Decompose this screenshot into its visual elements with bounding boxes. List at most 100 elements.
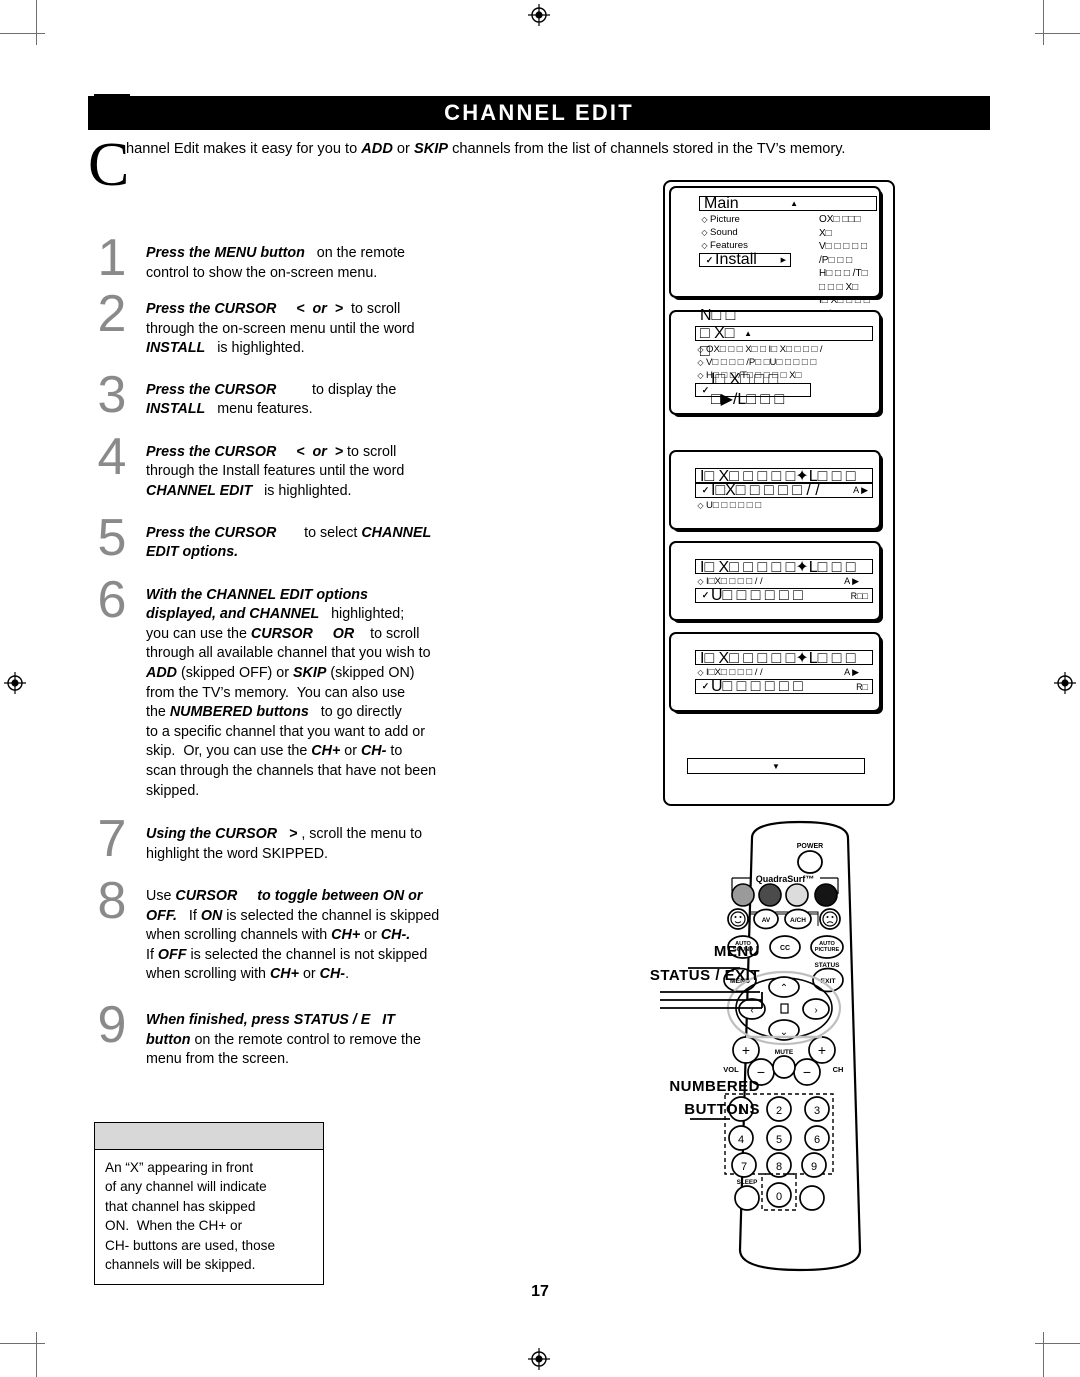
osd-panel-main: Main ▲ ◇ Picture ◇ Sound ◇ Features ✓ In… (669, 186, 881, 320)
registration-mark-left (4, 672, 26, 694)
step-number-5: 5 (97, 508, 127, 567)
quadrasurf-button-darkgray (758, 883, 782, 907)
step-body-3: Press the CURSOR to display the INSTALL m… (146, 381, 397, 418)
step-7: 7 Using the CURSOR > , scroll the menu t… (88, 813, 578, 865)
registration-mark-right (1054, 672, 1076, 694)
step-2: 2 Press the CURSOR < or > to scroll throu… (88, 288, 578, 359)
intro-text-3: channels from the list of channels store… (448, 141, 846, 157)
osd-panel2-row[interactable]: ◇ V□ □ □ □ /P□ □U□ □ □ □ □ (695, 356, 873, 369)
step-number-7: 7 (97, 810, 127, 869)
crop-mark-bottom-left-h (0, 1343, 45, 1344)
osd-panel1-item-install[interactable]: ✓ Install ▶ (699, 251, 791, 268)
step-1: 1 Press the MENU button on the remote con… (88, 232, 578, 284)
spare-button (799, 1185, 825, 1211)
osd-panel3-row-selected[interactable]: ✓ I□X□ □ □ □ □ / / A ▶ (695, 481, 873, 499)
quadrasurf-label: QuadraSurf™ (756, 874, 815, 884)
osd-panel5-header-bar: I□ X□ □ □ □ □✦L□ □ □ (695, 650, 873, 667)
intro-text-2: or (392, 141, 414, 157)
ch-label: CH (833, 1065, 844, 1074)
remote-callout-labels: MENU STATUS / EXIT NUMBERED BUTTONS (560, 940, 760, 1122)
osd-panel3-row[interactable]: ◇ U□ □ □ □ □ □ (695, 499, 873, 512)
sleep-label: SLEEP (737, 1179, 758, 1186)
osd-panel2-header-bar: N□ □ □ X□ □ ▲ (695, 307, 873, 360)
osd-panel1-right-row: V□ □ □ □ □ /P□ □ □ (819, 241, 867, 266)
checkmark-icon: ✓ (701, 681, 710, 691)
quadrasurf-button-lightgray (785, 883, 809, 907)
osd-panel-channel-edit-3: I□ X□ □ □ □ □✦L□ □ □ ◇ I□X□ □ □ □ / / A … (669, 632, 881, 712)
osd-panel-channel-edit-1: I□ X□ □ □ □ □✦L□ □ □ ✓ I□X□ □ □ □ □ / / … (669, 450, 881, 530)
crop-mark-top-left-h (0, 33, 45, 34)
step-body-8: Use CURSOR to toggle between ON or OFF. I… (146, 888, 440, 983)
up-arrow-icon: ▲ (790, 199, 798, 208)
down-arrow-icon: ▼ (772, 761, 780, 771)
note-box-text: An “X” appearing in front of any channel … (105, 1160, 276, 1273)
osd-panel1-right-row: OX□ □□□ X□ (819, 214, 861, 239)
mute-button (772, 1055, 796, 1079)
diamond-icon: ◇ (697, 501, 704, 510)
note-box: An “X” appearing in front of any channel … (94, 1122, 324, 1286)
step-body-9: When finished, press STATUS / E IT button… (146, 1012, 421, 1068)
note-box-header (95, 1123, 323, 1150)
osd-panel4-row-label: U□ □ □ □ □ □ (711, 586, 803, 604)
step-4: 4 Press the CURSOR < or > to scroll throu… (88, 431, 578, 502)
step-3: 3 Press the CURSOR to display the INSTALL… (88, 369, 578, 421)
step-6: 6 With the CHANNEL EDIT options displayed… (88, 574, 578, 802)
osd-panel3-row-label: I□X□ □ □ □ □ / / (711, 481, 820, 499)
cc-label: CC (780, 945, 790, 952)
intro-paragraph: hannel Edit makes it easy for you to ADD… (88, 138, 996, 160)
crop-mark-top-left-v (36, 0, 37, 45)
checkmark-icon: ✓ (701, 590, 710, 600)
steps-list: 1 Press the MENU button on the remote con… (88, 232, 578, 1084)
osd-panel2-row-selected[interactable]: ✓ I□ X□ □ □ □▶/L□ □ □ (695, 371, 811, 408)
auto-picture-label-2: PICTURE (815, 947, 840, 953)
osd-panel1-header-label: Main (704, 194, 739, 212)
right-arrow-icon: ▶ (780, 257, 786, 264)
sleep-button (734, 1185, 760, 1211)
osd-panel-install: N□ □ □ X□ □ ▲ ◇ OX□ □ □ X□ □ I□ X□ □ □ □… (669, 307, 881, 415)
step-body-7: Using the CURSOR > , scroll the menu to h… (146, 826, 423, 862)
key-5-label: 5 (776, 1134, 782, 1146)
quadrasurf-button-black (814, 883, 838, 907)
osd-panel1-right-row: H□ □ □ /T□ □ □ □ X□ (819, 268, 868, 293)
crop-mark-bottom-right-h (1035, 1343, 1080, 1344)
power-button (797, 850, 823, 874)
key-6-label: 6 (814, 1134, 820, 1146)
osd-panel2-row[interactable]: ◇ OX□ □ □ X□ □ I□ X□ □ □ □ / (695, 343, 873, 356)
osd-panel4-header-bar: I□ X□ □ □ □ □✦L□ □ □ (695, 559, 873, 576)
callout-menu: MENU (713, 943, 760, 960)
step-5: 5 Press the CURSOR to select CHANNEL EDIT… (88, 512, 578, 564)
mute-label: MUTE (775, 1049, 794, 1056)
diamond-icon: ◇ (697, 371, 704, 380)
osd-panel4-row-selected[interactable]: ✓ U□ □ □ □ □ □ R□□ (695, 586, 873, 604)
step-8: 8 Use CURSOR to toggle between ON or OFF.… (88, 875, 578, 985)
step-number-4: 4 (97, 427, 127, 486)
diamond-icon: ◇ (701, 241, 708, 250)
checkmark-icon: ✓ (701, 384, 710, 395)
chevron-up-icon: ⌃ (780, 983, 788, 994)
osd-panel5-row-selected[interactable]: ✓ U□ □ □ □ □ □ R□ (695, 677, 873, 695)
osd-panel1-item-label: Sound (710, 227, 738, 238)
up-arrow-icon: ▲ (744, 329, 752, 338)
diamond-icon: ◇ (697, 345, 704, 354)
registration-mark-bottom (528, 1348, 550, 1370)
step-number-2: 2 (97, 285, 127, 343)
step-body-4: Press the CURSOR < or > to scroll through… (146, 443, 405, 499)
osd-panel5-row-label: U□ □ □ □ □ □ (711, 677, 803, 695)
osd-scroll-down-bar[interactable]: ▼ (687, 758, 865, 774)
key-2-label: 2 (776, 1105, 782, 1117)
crop-mark-top-right-h (1035, 33, 1080, 34)
crop-mark-bottom-left-v (36, 1332, 37, 1377)
step-number-3: 3 (97, 365, 127, 424)
key-0-label: 0 (776, 1191, 782, 1203)
osd-panel5-row-value: R□ (856, 681, 868, 692)
osd-panel2-row-label: OX□ □ □ X□ □ I□ X□ □ □ □ / (706, 344, 823, 355)
key-4-label: 4 (738, 1134, 744, 1146)
quadrasurf-button-gray (731, 883, 755, 907)
crop-mark-bottom-right-v (1043, 1332, 1044, 1377)
step-number-6: 6 (97, 570, 127, 629)
checkmark-icon: ✓ (701, 485, 710, 495)
osd-panel-channel-edit-2: I□ X□ □ □ □ □✦L□ □ □ ◇ I□X□ □ □ □ / / A … (669, 541, 881, 621)
chevron-right-icon: › (814, 1005, 817, 1016)
power-label: POWER (797, 843, 823, 850)
intro-text-1: hannel Edit makes it easy for you to (126, 141, 362, 157)
